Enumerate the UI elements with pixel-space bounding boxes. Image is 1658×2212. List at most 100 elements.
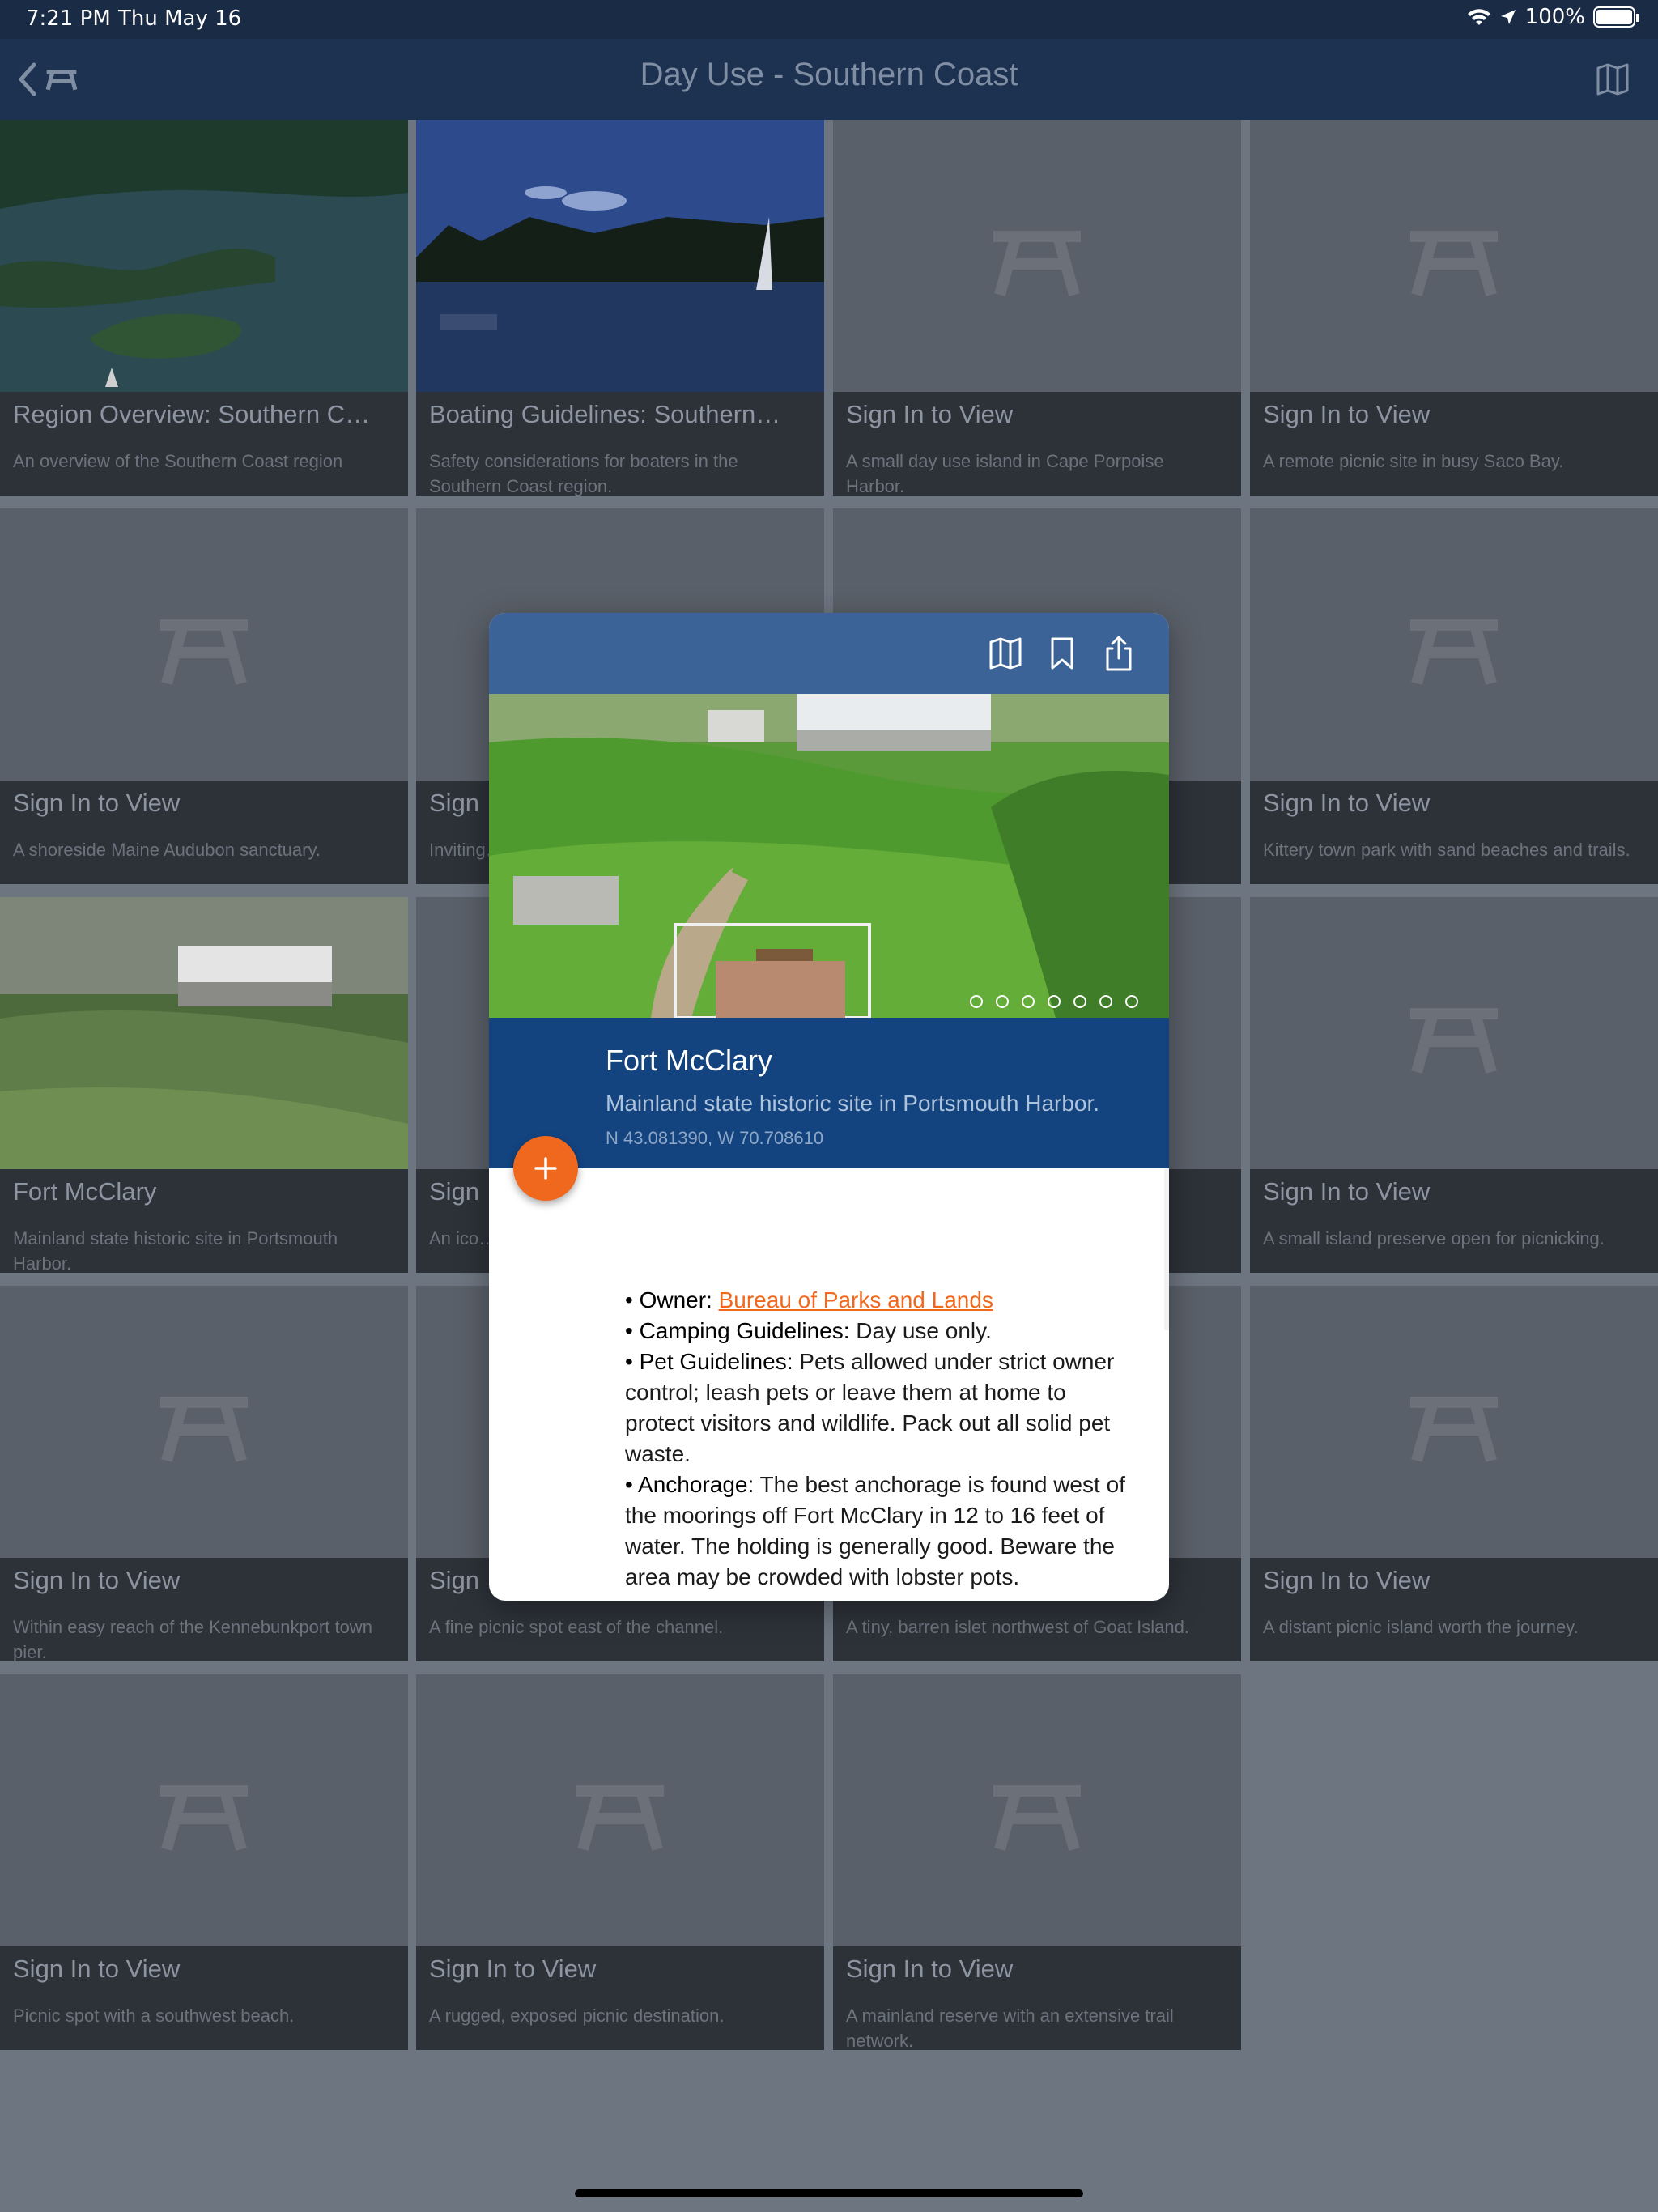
page-dot[interactable] xyxy=(1022,995,1035,1008)
tile-caption: Sign In to View A distant picnic island w… xyxy=(1250,1558,1658,1661)
tile-description: A shoreside Maine Audubon sanctuary. xyxy=(13,840,321,860)
grid-tile[interactable]: Sign In to View A remote picnic site in b… xyxy=(1250,120,1658,496)
tile-caption: Sign In to View A mainland reserve with a… xyxy=(833,1946,1241,2050)
grid-tile[interactable]: Sign In to View Kittery town park with sa… xyxy=(1250,508,1658,884)
fort-photo-image xyxy=(489,694,1169,1018)
grid-tile[interactable]: Sign In to View A small island preserve o… xyxy=(1250,897,1658,1273)
tile-thumbnail xyxy=(0,120,408,392)
scrollbar[interactable] xyxy=(1164,1168,1169,1330)
tile-title: Sign In to View xyxy=(1263,789,1431,817)
grid-tile[interactable]: Region Overview: Southern C… An overview … xyxy=(0,120,408,496)
owner-link[interactable]: Bureau of Parks and Lands xyxy=(719,1287,993,1312)
camping-row: • Camping Guidelines: Day use only. xyxy=(625,1316,1135,1346)
picnic-table-icon xyxy=(1405,614,1503,687)
picnic-table-icon xyxy=(1405,1002,1503,1075)
tile-caption: Sign In to View Within easy reach of the … xyxy=(0,1558,408,1661)
status-right: 100% xyxy=(1467,5,1639,29)
page-dot[interactable] xyxy=(1048,995,1061,1008)
card-subtitle: Mainland state historic site in Portsmou… xyxy=(606,1091,1100,1116)
tile-caption: Sign In to View Kittery town park with sa… xyxy=(1250,781,1658,884)
tile-placeholder xyxy=(0,1674,408,1946)
tile-caption: Sign In to View A rugged, exposed picnic … xyxy=(416,1946,824,2050)
grid-tile[interactable]: Sign In to View A mainland reserve with a… xyxy=(833,1674,1241,2050)
grid-tile[interactable]: Fort McClary Mainland state historic site… xyxy=(0,897,408,1273)
tile-description: Picnic spot with a southwest beach. xyxy=(13,2006,295,2026)
tile-placeholder xyxy=(0,508,408,781)
battery-icon xyxy=(1593,6,1639,28)
page-dot[interactable] xyxy=(1099,995,1112,1008)
tile-description: A small island preserve open for picnick… xyxy=(1263,1228,1605,1249)
page-dot[interactable] xyxy=(970,995,983,1008)
grid-tile[interactable]: Sign In to View A rugged, exposed picnic … xyxy=(416,1674,824,2050)
picnic-table-icon xyxy=(1405,1391,1503,1464)
detail-card[interactable]: Fort McClary Mainland state historic sit… xyxy=(489,613,1169,1601)
picnic-table-icon xyxy=(572,1780,669,1853)
tile-placeholder xyxy=(833,1674,1241,1946)
pet-label: • Pet Guidelines: xyxy=(625,1349,793,1374)
tile-description: A tiny, barren islet northwest of Goat I… xyxy=(846,1617,1189,1637)
grid-tile[interactable]: Sign In to View A small day use island in… xyxy=(833,120,1241,496)
tile-description: A distant picnic island worth the journe… xyxy=(1263,1617,1579,1637)
bookmark-icon[interactable] xyxy=(1043,634,1082,673)
tile-description: A rugged, exposed picnic destination. xyxy=(429,2006,725,2026)
tile-description: A remote picnic site in busy Saco Bay. xyxy=(1263,451,1564,471)
tile-title: Sign In to View xyxy=(1263,1177,1431,1206)
card-header: Fort McClary Mainland state historic sit… xyxy=(489,1018,1169,1168)
grid-tile[interactable]: Sign In to View A distant picnic island w… xyxy=(1250,1286,1658,1661)
share-icon[interactable] xyxy=(1099,634,1138,673)
card-toolbar xyxy=(489,613,1169,694)
tile-caption: Sign In to View A small day use island in… xyxy=(833,392,1241,496)
page-indicator[interactable] xyxy=(970,995,1138,1008)
tile-caption: Fort McClary Mainland state historic site… xyxy=(0,1169,408,1273)
tile-placeholder xyxy=(1250,1286,1658,1558)
tile-caption: Sign In to View A shoreside Maine Audubon… xyxy=(0,781,408,884)
camping-label: • Camping Guidelines: xyxy=(625,1318,850,1343)
home-indicator[interactable] xyxy=(575,2189,1083,2197)
picnic-table-icon xyxy=(155,1391,253,1464)
tile-title: Sign In to View xyxy=(13,1955,181,1983)
anchorage-row: • Anchorage: The best anchorage is found… xyxy=(625,1470,1135,1593)
fort-photo[interactable] xyxy=(489,694,1169,1018)
tile-description: Safety considerations for boaters in the… xyxy=(429,451,738,496)
tile-title: Fort McClary xyxy=(13,1177,157,1206)
tile-title: Sign In to View xyxy=(846,1955,1014,1983)
tile-title: Sign In to View xyxy=(1263,1566,1431,1594)
tile-description: Within easy reach of the Kennebunkport t… xyxy=(13,1617,372,1661)
page-dot[interactable] xyxy=(1073,995,1086,1008)
card-title: Fort McClary xyxy=(606,1044,772,1077)
map-icon[interactable] xyxy=(986,634,1025,673)
nav-bar: Day Use - Southern Coast xyxy=(0,39,1658,120)
tile-title: Boating Guidelines: Southern… xyxy=(429,400,781,428)
picnic-table-icon xyxy=(155,1780,253,1853)
picnic-table-icon xyxy=(988,1780,1086,1853)
grid-tile[interactable]: Boating Guidelines: Southern… Safety cons… xyxy=(416,120,824,496)
grid-tile[interactable]: Sign In to View Picnic spot with a southw… xyxy=(0,1674,408,2050)
tile-caption: Sign In to View Picnic spot with a southw… xyxy=(0,1946,408,2050)
tile-description: A small day use island in Cape Porpoise … xyxy=(846,451,1164,496)
page-dot[interactable] xyxy=(1125,995,1138,1008)
add-button[interactable] xyxy=(513,1136,578,1201)
tile-title: Region Overview: Southern C… xyxy=(13,400,371,428)
tile-caption: Sign In to View A small island preserve o… xyxy=(1250,1169,1658,1273)
tile-placeholder xyxy=(1250,508,1658,781)
status-time: 7:21 PM xyxy=(26,6,111,31)
tile-title: Sign In to View xyxy=(429,1955,597,1983)
wifi-icon xyxy=(1467,9,1490,25)
tile-thumbnail xyxy=(416,120,824,392)
tile-placeholder xyxy=(1250,120,1658,392)
grid-tile[interactable]: Sign In to View A shoreside Maine Audubon… xyxy=(0,508,408,884)
tile-thumbnail xyxy=(0,897,408,1169)
owner-row: • Owner: Bureau of Parks and Lands xyxy=(625,1285,1135,1316)
picnic-table-icon xyxy=(988,225,1086,298)
page-dot[interactable] xyxy=(996,995,1009,1008)
picnic-table-icon xyxy=(155,614,253,687)
tile-placeholder xyxy=(416,1674,824,1946)
grid-tile[interactable]: Sign In to View Within easy reach of the … xyxy=(0,1286,408,1661)
tile-description: A mainland reserve with an extensive tra… xyxy=(846,2006,1174,2050)
tile-title: Sign In to View xyxy=(13,789,181,817)
map-icon[interactable] xyxy=(1593,60,1632,99)
card-body: • Owner: Bureau of Parks and Lands • Cam… xyxy=(625,1285,1135,1593)
card-coordinates: N 43.081390, W 70.708610 xyxy=(606,1128,824,1148)
status-bar: 7:21 PM Thu May 16 100% xyxy=(0,0,1658,39)
tile-placeholder xyxy=(833,120,1241,392)
